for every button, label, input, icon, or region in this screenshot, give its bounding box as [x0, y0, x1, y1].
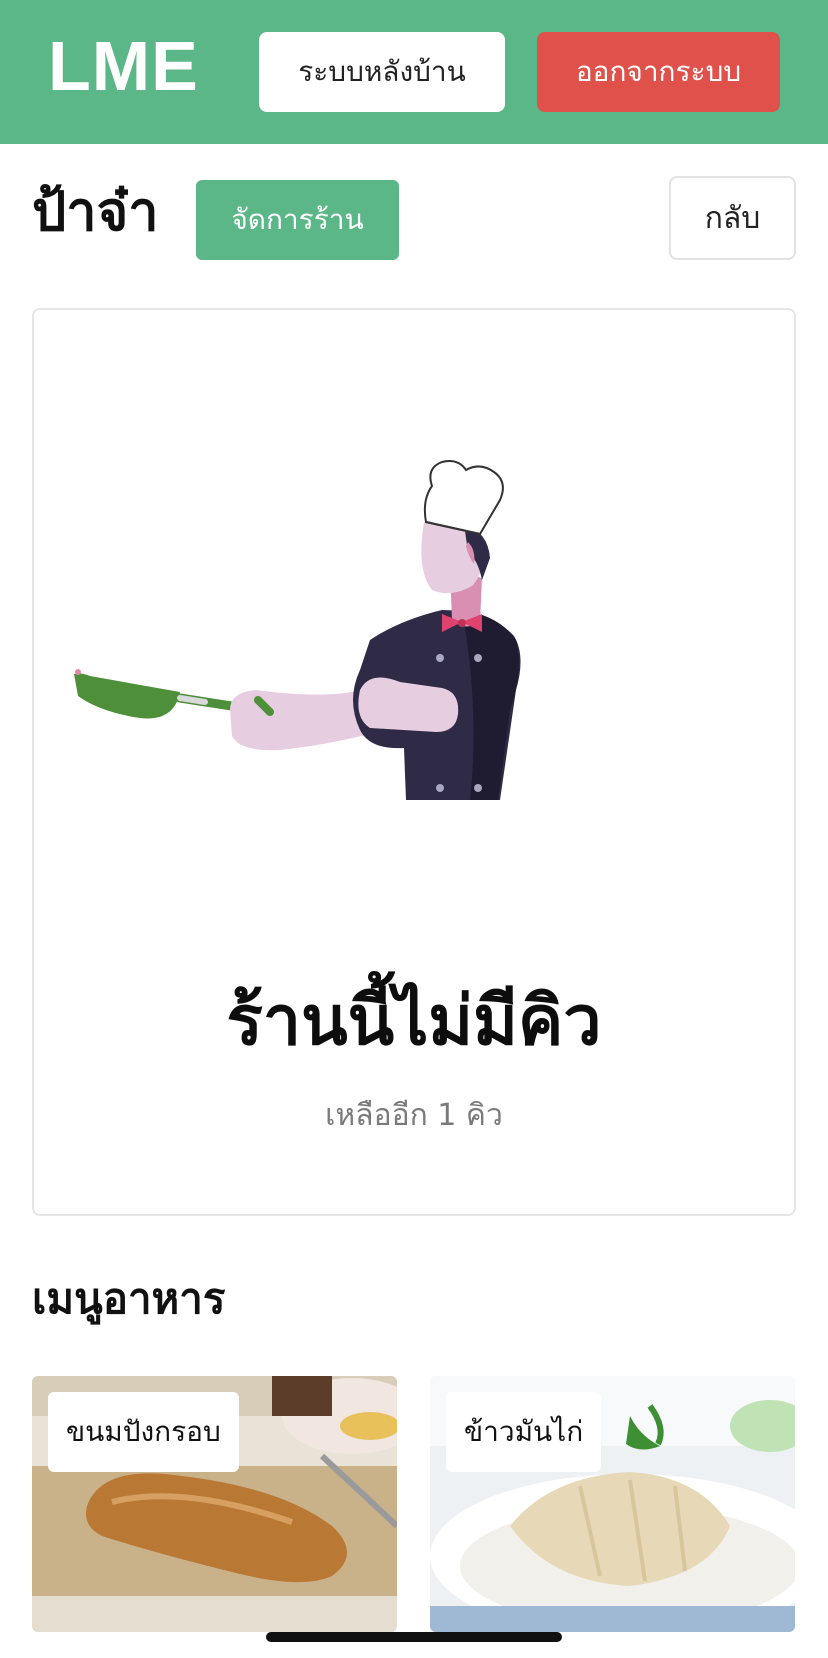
menu-item-label: ข้าวมันไก่ — [446, 1392, 602, 1472]
menu-heading: เมนูอาหาร — [32, 1274, 226, 1323]
menu-item-label: ขนมปังกรอบ — [48, 1392, 239, 1472]
navbar: LME ระบบหลังบ้าน ออกจากระบบ — [0, 0, 828, 144]
menu-card-bread[interactable]: ขนมปังกรอบ — [32, 1376, 397, 1632]
shop-name: ป้าจ๋า — [32, 180, 159, 243]
brand-logo[interactable]: LME — [48, 26, 199, 106]
queue-card: ร้านนี้ไม่มีคิว เหลืออีก 1 คิว — [32, 308, 796, 1216]
manage-shop-button[interactable]: จัดการร้าน — [196, 180, 399, 260]
chef-illustration — [74, 460, 521, 800]
menu-card-chicken-rice[interactable]: ข้าวมันไก่ — [430, 1376, 795, 1632]
queue-status-title: ร้านนี้ไม่มีคิว — [226, 982, 602, 1061]
back-button[interactable]: กลับ — [669, 176, 796, 260]
logout-button[interactable]: ออกจากระบบ — [537, 32, 780, 112]
backend-button[interactable]: ระบบหลังบ้าน — [259, 32, 505, 112]
home-indicator — [266, 1632, 562, 1642]
queue-remaining-text: เหลืออีก 1 คิว — [325, 1098, 503, 1133]
